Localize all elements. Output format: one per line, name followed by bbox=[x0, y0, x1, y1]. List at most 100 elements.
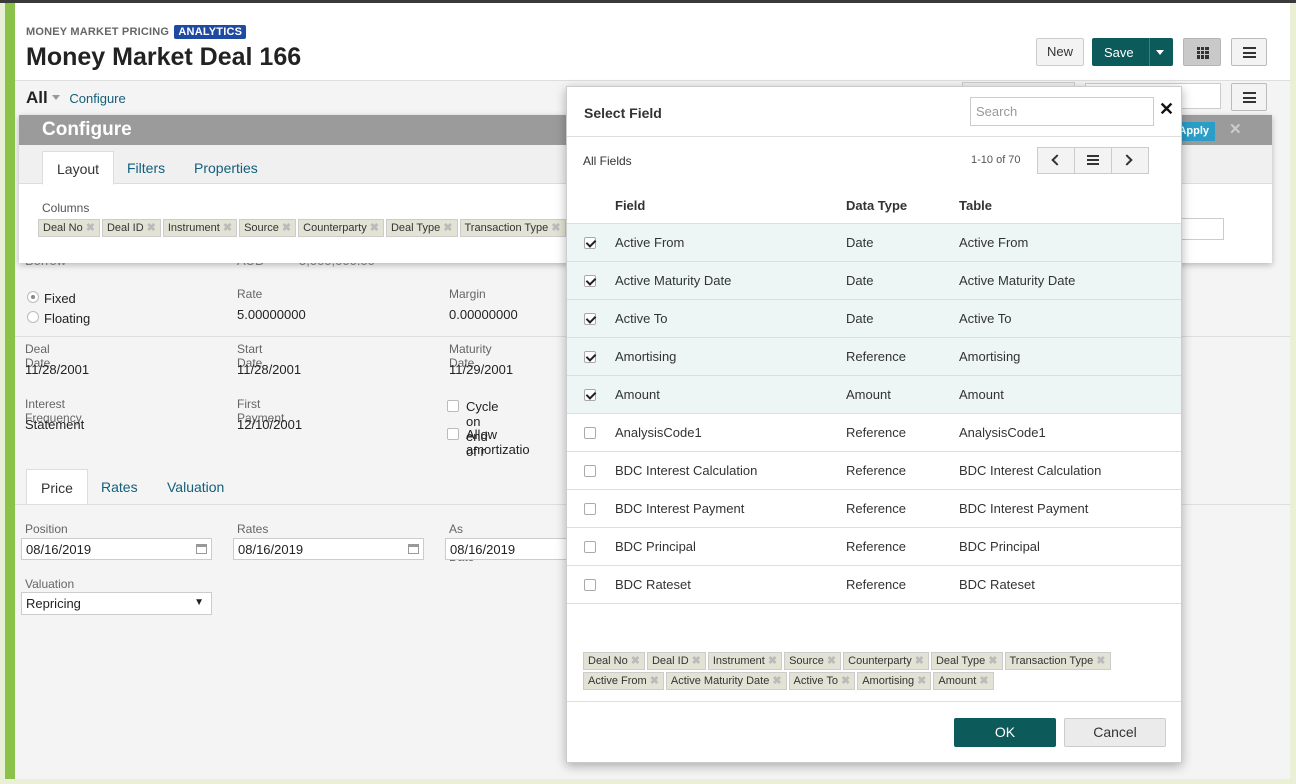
tab-layout[interactable]: Layout bbox=[42, 151, 115, 185]
selected-field-chip[interactable]: Active To ✖ bbox=[788, 672, 856, 690]
as-at-date-value: 08/16/2019 bbox=[450, 542, 516, 557]
floating-radio[interactable] bbox=[27, 311, 39, 323]
column-chip[interactable]: Deal Type ✖ bbox=[385, 219, 458, 237]
data-type-column-header[interactable]: Data Type bbox=[846, 198, 907, 213]
remove-icon[interactable]: ✖ bbox=[282, 222, 291, 234]
prev-page-button[interactable] bbox=[1038, 148, 1075, 173]
row-checkbox[interactable] bbox=[584, 237, 596, 249]
column-chip[interactable]: Deal ID ✖ bbox=[101, 219, 161, 237]
row-checkbox[interactable] bbox=[584, 351, 596, 363]
allow-amortization-checkbox[interactable] bbox=[447, 428, 459, 440]
selected-field-chip[interactable]: Amortising ✖ bbox=[857, 672, 932, 690]
remove-icon[interactable]: ✖ bbox=[917, 675, 926, 687]
ok-button[interactable]: OK bbox=[954, 718, 1056, 747]
field-column-header[interactable]: Field bbox=[615, 198, 645, 213]
list-view-button[interactable] bbox=[1075, 148, 1112, 173]
remove-icon[interactable]: ✖ bbox=[370, 222, 379, 234]
column-chip[interactable]: Instrument ✖ bbox=[162, 219, 238, 237]
tab-properties[interactable]: Properties bbox=[180, 151, 272, 185]
table-row[interactable]: Amortising Reference Amortising bbox=[567, 337, 1181, 375]
row-checkbox[interactable] bbox=[584, 427, 596, 439]
remove-icon[interactable]: ✖ bbox=[86, 222, 95, 234]
new-button[interactable]: New bbox=[1036, 38, 1084, 66]
next-page-button[interactable] bbox=[1112, 148, 1149, 173]
column-chip[interactable]: Deal No ✖ bbox=[38, 219, 100, 237]
table-row[interactable]: BDC Rateset Reference BDC Rateset bbox=[567, 565, 1181, 603]
margin-value: 0.00000000 bbox=[449, 307, 518, 322]
table-row[interactable]: Active Maturity Date Date Active Maturity … bbox=[567, 261, 1181, 299]
as-at-date-input[interactable]: 08/16/2019 bbox=[445, 538, 581, 560]
selected-field-chip[interactable]: Active Maturity Date ✖ bbox=[665, 672, 787, 690]
selected-field-chip[interactable]: Deal No ✖ bbox=[583, 652, 645, 670]
breadcrumb-label: MONEY MARKET PRICING bbox=[26, 26, 170, 38]
remove-icon[interactable]: ✖ bbox=[692, 655, 701, 667]
selected-field-chip[interactable]: Source ✖ bbox=[784, 652, 842, 670]
save-button[interactable]: Save bbox=[1092, 38, 1173, 66]
column-chip[interactable]: Source ✖ bbox=[239, 219, 297, 237]
selected-field-chip[interactable]: Counterparty ✖ bbox=[843, 652, 929, 670]
chevron-down-icon[interactable] bbox=[1156, 50, 1164, 55]
remove-icon[interactable]: ✖ bbox=[827, 655, 836, 667]
row-checkbox[interactable] bbox=[584, 579, 596, 591]
selected-field-chip[interactable]: Active From ✖ bbox=[583, 672, 664, 690]
remove-icon[interactable]: ✖ bbox=[223, 222, 232, 234]
row-checkbox[interactable] bbox=[584, 503, 596, 515]
selected-field-chip[interactable]: Transaction Type ✖ bbox=[1004, 652, 1111, 670]
remove-icon[interactable]: ✖ bbox=[979, 675, 988, 687]
remove-icon[interactable]: ✖ bbox=[631, 655, 640, 667]
table-column-header[interactable]: Table bbox=[959, 198, 992, 213]
row-checkbox[interactable] bbox=[584, 275, 596, 287]
column-chip[interactable]: Transaction Type ✖ bbox=[459, 219, 566, 237]
row-checkbox[interactable] bbox=[584, 541, 596, 553]
row-checkbox[interactable] bbox=[584, 389, 596, 401]
close-icon[interactable]: ✕ bbox=[1159, 99, 1174, 120]
remove-icon[interactable]: ✖ bbox=[915, 655, 924, 667]
row-checkbox[interactable] bbox=[584, 465, 596, 477]
close-icon[interactable]: ✕ bbox=[1229, 120, 1242, 138]
remove-icon[interactable]: ✖ bbox=[841, 675, 850, 687]
fixed-radio[interactable] bbox=[27, 291, 39, 303]
table-row[interactable]: BDC Interest Payment Reference BDC Interes… bbox=[567, 489, 1181, 527]
list-menu-button[interactable] bbox=[1231, 83, 1267, 111]
column-chip[interactable]: Counterparty ✖ bbox=[298, 219, 384, 237]
tab-valuation[interactable]: Valuation bbox=[153, 469, 238, 505]
remove-icon[interactable]: ✖ bbox=[650, 675, 659, 687]
tab-filters[interactable]: Filters bbox=[113, 151, 179, 185]
valuation-select[interactable]: Repricing ▼ bbox=[21, 592, 212, 615]
remove-icon[interactable]: ✖ bbox=[988, 655, 997, 667]
table-row[interactable]: Amount Amount Amount bbox=[567, 375, 1181, 413]
selected-field-chip[interactable]: Instrument ✖ bbox=[707, 652, 783, 670]
view-selector[interactable]: All bbox=[26, 88, 48, 107]
calendar-icon[interactable] bbox=[408, 544, 419, 554]
view-bar: All Configure bbox=[26, 88, 126, 108]
table-row[interactable]: Active From Date Active From bbox=[567, 223, 1181, 261]
table-row[interactable]: BDC Interest Calculation Reference BDC Int… bbox=[567, 451, 1181, 489]
tab-price[interactable]: Price bbox=[26, 469, 88, 505]
cycle-checkbox[interactable] bbox=[447, 400, 459, 412]
table-row[interactable]: Active To Date Active To bbox=[567, 299, 1181, 337]
search-input[interactable]: Search bbox=[970, 97, 1154, 126]
table-row[interactable]: BDC Principal Reference BDC Principal bbox=[567, 527, 1181, 565]
position-date-input[interactable]: 08/16/2019 bbox=[21, 538, 212, 560]
table-cell: Active To bbox=[959, 311, 1012, 326]
tab-rates[interactable]: Rates bbox=[87, 469, 152, 505]
remove-icon[interactable]: ✖ bbox=[768, 655, 777, 667]
configure-link[interactable]: Configure bbox=[69, 91, 125, 106]
selected-field-chip[interactable]: Deal Type ✖ bbox=[930, 652, 1003, 670]
row-checkbox[interactable] bbox=[584, 313, 596, 325]
calendar-icon[interactable] bbox=[196, 544, 207, 554]
cancel-button[interactable]: Cancel bbox=[1064, 718, 1166, 747]
remove-icon[interactable]: ✖ bbox=[1096, 655, 1105, 667]
remove-icon[interactable]: ✖ bbox=[147, 222, 156, 234]
selected-field-chip[interactable]: Deal ID ✖ bbox=[646, 652, 706, 670]
remove-icon[interactable]: ✖ bbox=[772, 675, 781, 687]
remove-icon[interactable]: ✖ bbox=[551, 222, 560, 234]
menu-button[interactable] bbox=[1231, 38, 1267, 66]
grid-view-button[interactable] bbox=[1183, 38, 1221, 66]
rates-date-input[interactable]: 08/16/2019 bbox=[233, 538, 424, 560]
remove-icon[interactable]: ✖ bbox=[443, 222, 452, 234]
chevron-down-icon[interactable] bbox=[51, 95, 60, 100]
selected-field-chip[interactable]: Amount ✖ bbox=[933, 672, 994, 690]
add-column-field[interactable] bbox=[1179, 218, 1224, 240]
table-row[interactable]: AnalysisCode1 Reference AnalysisCode1 bbox=[567, 413, 1181, 451]
